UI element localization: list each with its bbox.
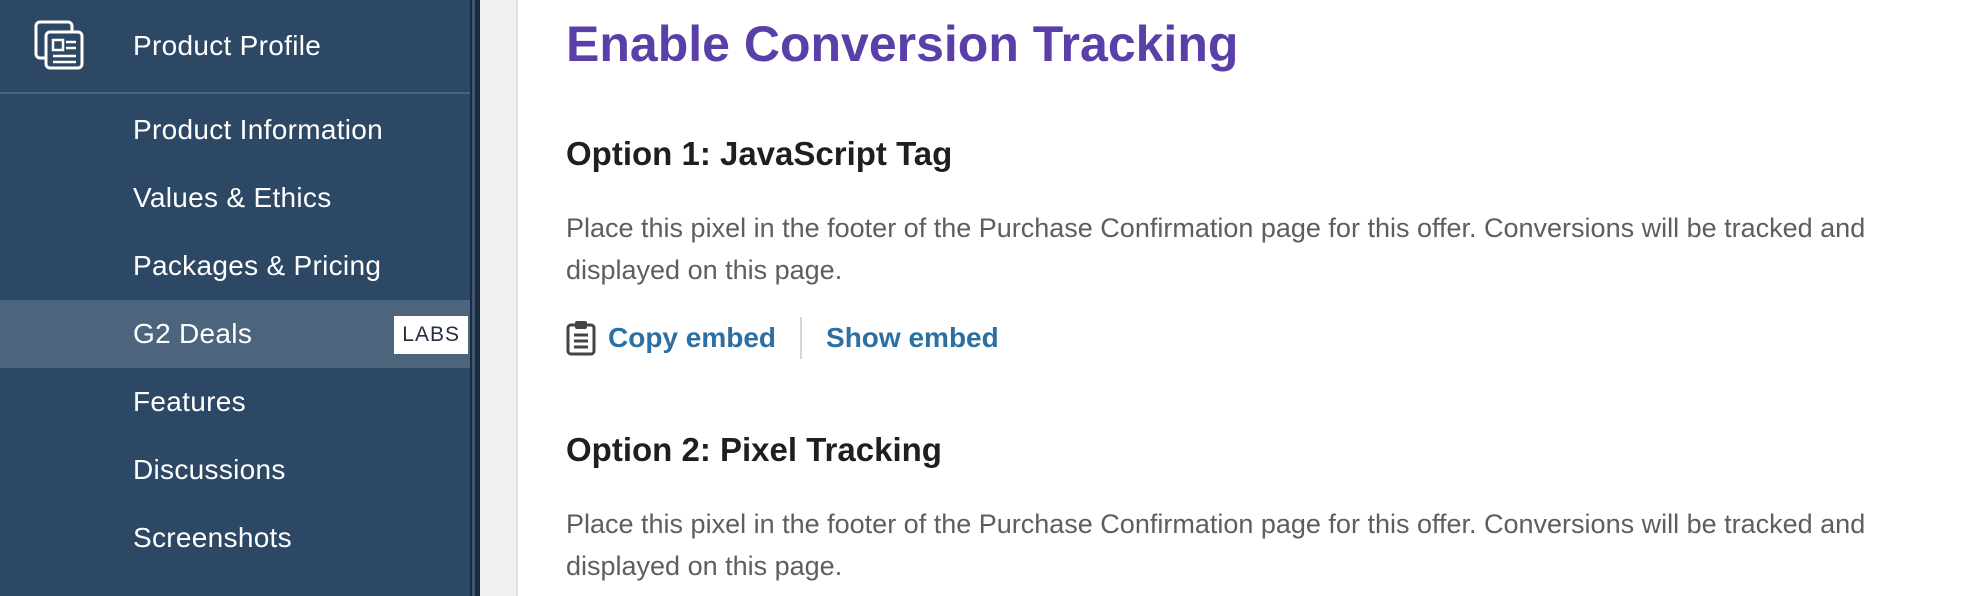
sidebar-item-label: Product Information xyxy=(133,114,384,145)
sidebar-item-product-information[interactable]: Product Information xyxy=(0,96,470,164)
sidebar-item-values-ethics[interactable]: Values & Ethics xyxy=(0,164,470,232)
show-embed-link[interactable]: Show embed xyxy=(826,316,999,360)
page-title: Enable Conversion Tracking xyxy=(566,16,1239,72)
sidebar-nav: Product Information Values & Ethics Pack… xyxy=(0,96,470,572)
sidebar-divider-accent xyxy=(472,0,475,596)
sidebar-item-label: Screenshots xyxy=(133,522,292,553)
sidebar-item-label: Discussions xyxy=(133,454,286,485)
app-window: Product Profile Product Information Valu… xyxy=(0,0,1972,596)
sidebar-item-label: Features xyxy=(133,386,246,417)
content-gutter xyxy=(480,0,518,596)
clipboard-icon[interactable] xyxy=(566,320,596,356)
main-content: Enable Conversion Tracking Option 1: Jav… xyxy=(566,0,1946,596)
sidebar: Product Profile Product Information Valu… xyxy=(0,0,470,596)
sidebar-item-g2-deals[interactable]: G2 Deals LABS xyxy=(0,300,470,368)
option1-description: Place this pixel in the footer of the Pu… xyxy=(566,213,1866,285)
copy-embed-link[interactable]: Copy embed xyxy=(608,316,776,360)
product-profile-icon xyxy=(34,20,84,70)
sidebar-item-packages-pricing[interactable]: Packages & Pricing xyxy=(0,232,470,300)
action-separator xyxy=(800,317,803,359)
option2-title: Option 2: Pixel Tracking xyxy=(566,431,942,468)
sidebar-item-label: Values & Ethics xyxy=(133,182,332,213)
sidebar-item-features[interactable]: Features xyxy=(0,368,470,436)
sidebar-header-label: Product Profile xyxy=(133,30,322,61)
option1-title: Option 1: JavaScript Tag xyxy=(566,135,953,172)
sidebar-item-label: Packages & Pricing xyxy=(133,250,382,281)
labs-badge: LABS xyxy=(394,316,468,354)
sidebar-item-discussions[interactable]: Discussions xyxy=(0,436,470,504)
sidebar-header[interactable]: Product Profile xyxy=(0,0,470,94)
sidebar-item-screenshots[interactable]: Screenshots xyxy=(0,504,470,572)
sidebar-item-label: G2 Deals xyxy=(133,318,253,349)
embed-actions: Copy embed Show embed xyxy=(566,316,999,360)
option2-description: Place this pixel in the footer of the Pu… xyxy=(566,509,1866,581)
